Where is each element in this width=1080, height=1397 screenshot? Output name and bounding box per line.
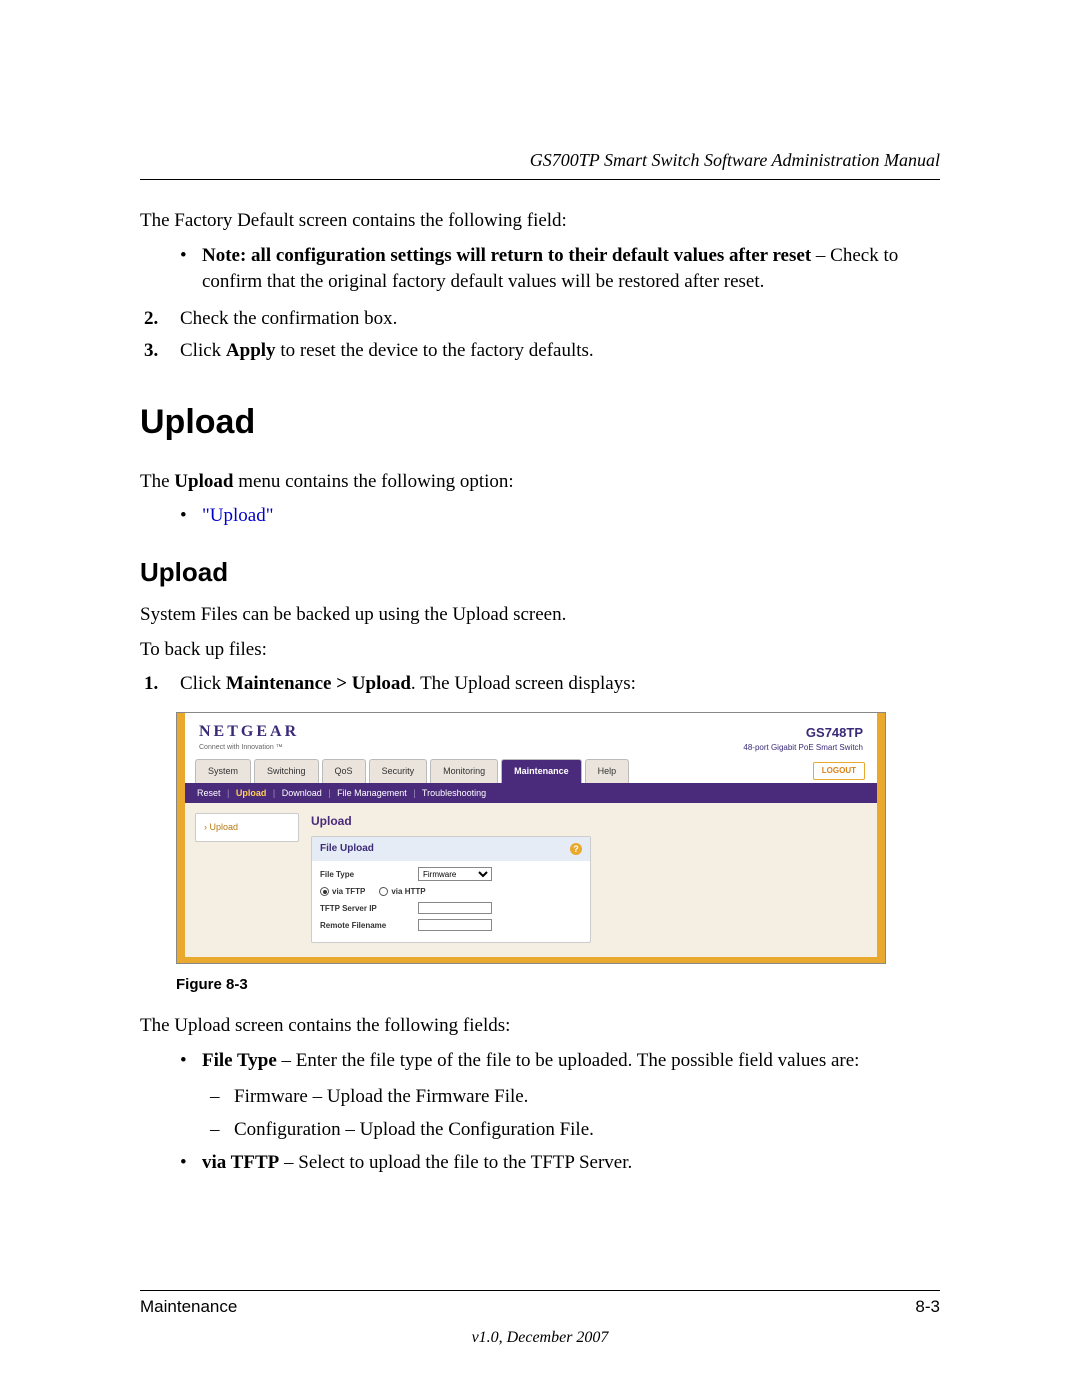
para1b: menu contains the following option: [233, 471, 513, 492]
para2: System Files can be backed up using the … [140, 602, 940, 629]
sub-configuration-text: Configuration – Upload the Configuration… [234, 1117, 594, 1144]
para1-bold: Upload [174, 471, 233, 492]
via-tftp-bold: via TFTP [202, 1152, 279, 1173]
file-type-label: File Type [320, 869, 412, 880]
subsection-heading-upload: Upload [140, 554, 940, 590]
tab-help[interactable]: Help [585, 759, 630, 783]
via-tftp-radio[interactable]: via TFTP [320, 886, 365, 897]
step-2-text: Check the confirmation box. [180, 306, 397, 333]
tftp-server-label: TFTP Server IP [320, 903, 412, 914]
tab-system[interactable]: System [195, 759, 251, 783]
bullet-icon: • [180, 503, 202, 530]
tab-qos[interactable]: QoS [322, 759, 366, 783]
subnav-download[interactable]: Download [282, 788, 322, 798]
para1a: The [140, 471, 174, 492]
sub-firmware-text: Firmware – Upload the Firmware File. [234, 1084, 528, 1111]
panel-head-label: File Upload [320, 842, 374, 856]
model-number: GS748TP [743, 724, 863, 742]
footer-left: Maintenance [140, 1297, 237, 1317]
via-http-label: via HTTP [391, 886, 425, 897]
intro-note-bullet: • Note: all configuration settings will … [180, 243, 940, 296]
sub-nav: Reset | Upload | Download | File Managem… [185, 783, 877, 804]
bullet-icon: • [180, 1048, 202, 1075]
field-via-tftp: • via TFTP – Select to upload the file t… [180, 1150, 940, 1177]
step1b: . The Upload screen displays: [411, 673, 636, 694]
header-rule [140, 179, 940, 180]
step-number: 3. [140, 338, 180, 365]
radio-icon [320, 887, 329, 896]
sidebar-item-upload[interactable]: Upload [196, 817, 298, 838]
para3: To back up files: [140, 637, 940, 664]
step-number: 1. [140, 671, 180, 698]
radio-icon [379, 887, 388, 896]
subnav-troubleshooting[interactable]: Troubleshooting [422, 788, 486, 798]
via-http-radio[interactable]: via HTTP [379, 886, 425, 897]
step1a: Click [180, 673, 226, 694]
upload-link[interactable]: "Upload" [202, 505, 273, 526]
file-type-select[interactable]: Firmware [418, 867, 492, 881]
backup-step-1: 1. Click Maintenance > Upload. The Uploa… [140, 671, 940, 698]
dash-icon: – [210, 1084, 234, 1111]
step-3: 3. Click Apply to reset the device to th… [140, 338, 940, 365]
footer-version: v1.0, December 2007 [140, 1329, 940, 1347]
remote-filename-label: Remote Filename [320, 920, 412, 931]
step-3a: Click [180, 340, 226, 361]
field-file-type: • File Type – Enter the file type of the… [180, 1048, 940, 1075]
subnav-upload[interactable]: Upload [236, 788, 267, 798]
step-3-bold: Apply [226, 340, 276, 361]
bullet-icon: • [180, 243, 202, 296]
note-bold: Note: all configuration settings will re… [202, 245, 811, 266]
tftp-server-input[interactable] [418, 902, 492, 914]
via-tftp-label: via TFTP [332, 886, 365, 897]
main-tabs: System Switching QoS Security Monitoring… [185, 759, 877, 783]
netgear-logo: NETGEAR [199, 721, 299, 743]
figure-caption: Figure 8-3 [176, 974, 886, 995]
step-2: 2. Check the confirmation box. [140, 306, 940, 333]
model-desc: 48-port Gigabit PoE Smart Switch [743, 742, 863, 753]
tab-maintenance[interactable]: Maintenance [501, 759, 582, 783]
bullet-icon: • [180, 1150, 202, 1177]
menu-option-bullet: • "Upload" [180, 503, 940, 530]
sub-firmware: – Firmware – Upload the Firmware File. [210, 1084, 940, 1111]
figure-screenshot: NETGEAR Connect with Innovation ™ GS748T… [176, 712, 886, 995]
help-icon[interactable]: ? [570, 843, 582, 855]
tab-switching[interactable]: Switching [254, 759, 319, 783]
doc-header-title: GS700TP Smart Switch Software Administra… [140, 150, 940, 171]
step1-bold: Maintenance > Upload [226, 673, 411, 694]
subnav-file-management[interactable]: File Management [337, 788, 407, 798]
file-type-bold: File Type [202, 1050, 277, 1071]
via-tftp-rest: – Select to upload the file to the TFTP … [279, 1152, 632, 1173]
dash-icon: – [210, 1117, 234, 1144]
tab-security[interactable]: Security [369, 759, 428, 783]
tab-monitoring[interactable]: Monitoring [430, 759, 498, 783]
step-number: 2. [140, 306, 180, 333]
footer-page-number: 8-3 [915, 1297, 940, 1317]
file-type-rest: – Enter the file type of the file to be … [277, 1050, 860, 1071]
side-menu: Upload [195, 813, 299, 842]
after-line1: The Upload screen contains the following… [140, 1013, 940, 1040]
logout-button[interactable]: LOGOUT [813, 762, 865, 779]
intro-line: The Factory Default screen contains the … [140, 208, 940, 235]
remote-filename-input[interactable] [418, 919, 492, 931]
step-3b: to reset the device to the factory defau… [276, 340, 594, 361]
footer-rule [140, 1290, 940, 1291]
panel-title: Upload [311, 813, 865, 830]
subnav-reset[interactable]: Reset [197, 788, 221, 798]
section-heading-upload: Upload [140, 399, 940, 447]
sub-configuration: – Configuration – Upload the Configurati… [210, 1117, 940, 1144]
netgear-tagline: Connect with Innovation ™ [199, 743, 299, 753]
